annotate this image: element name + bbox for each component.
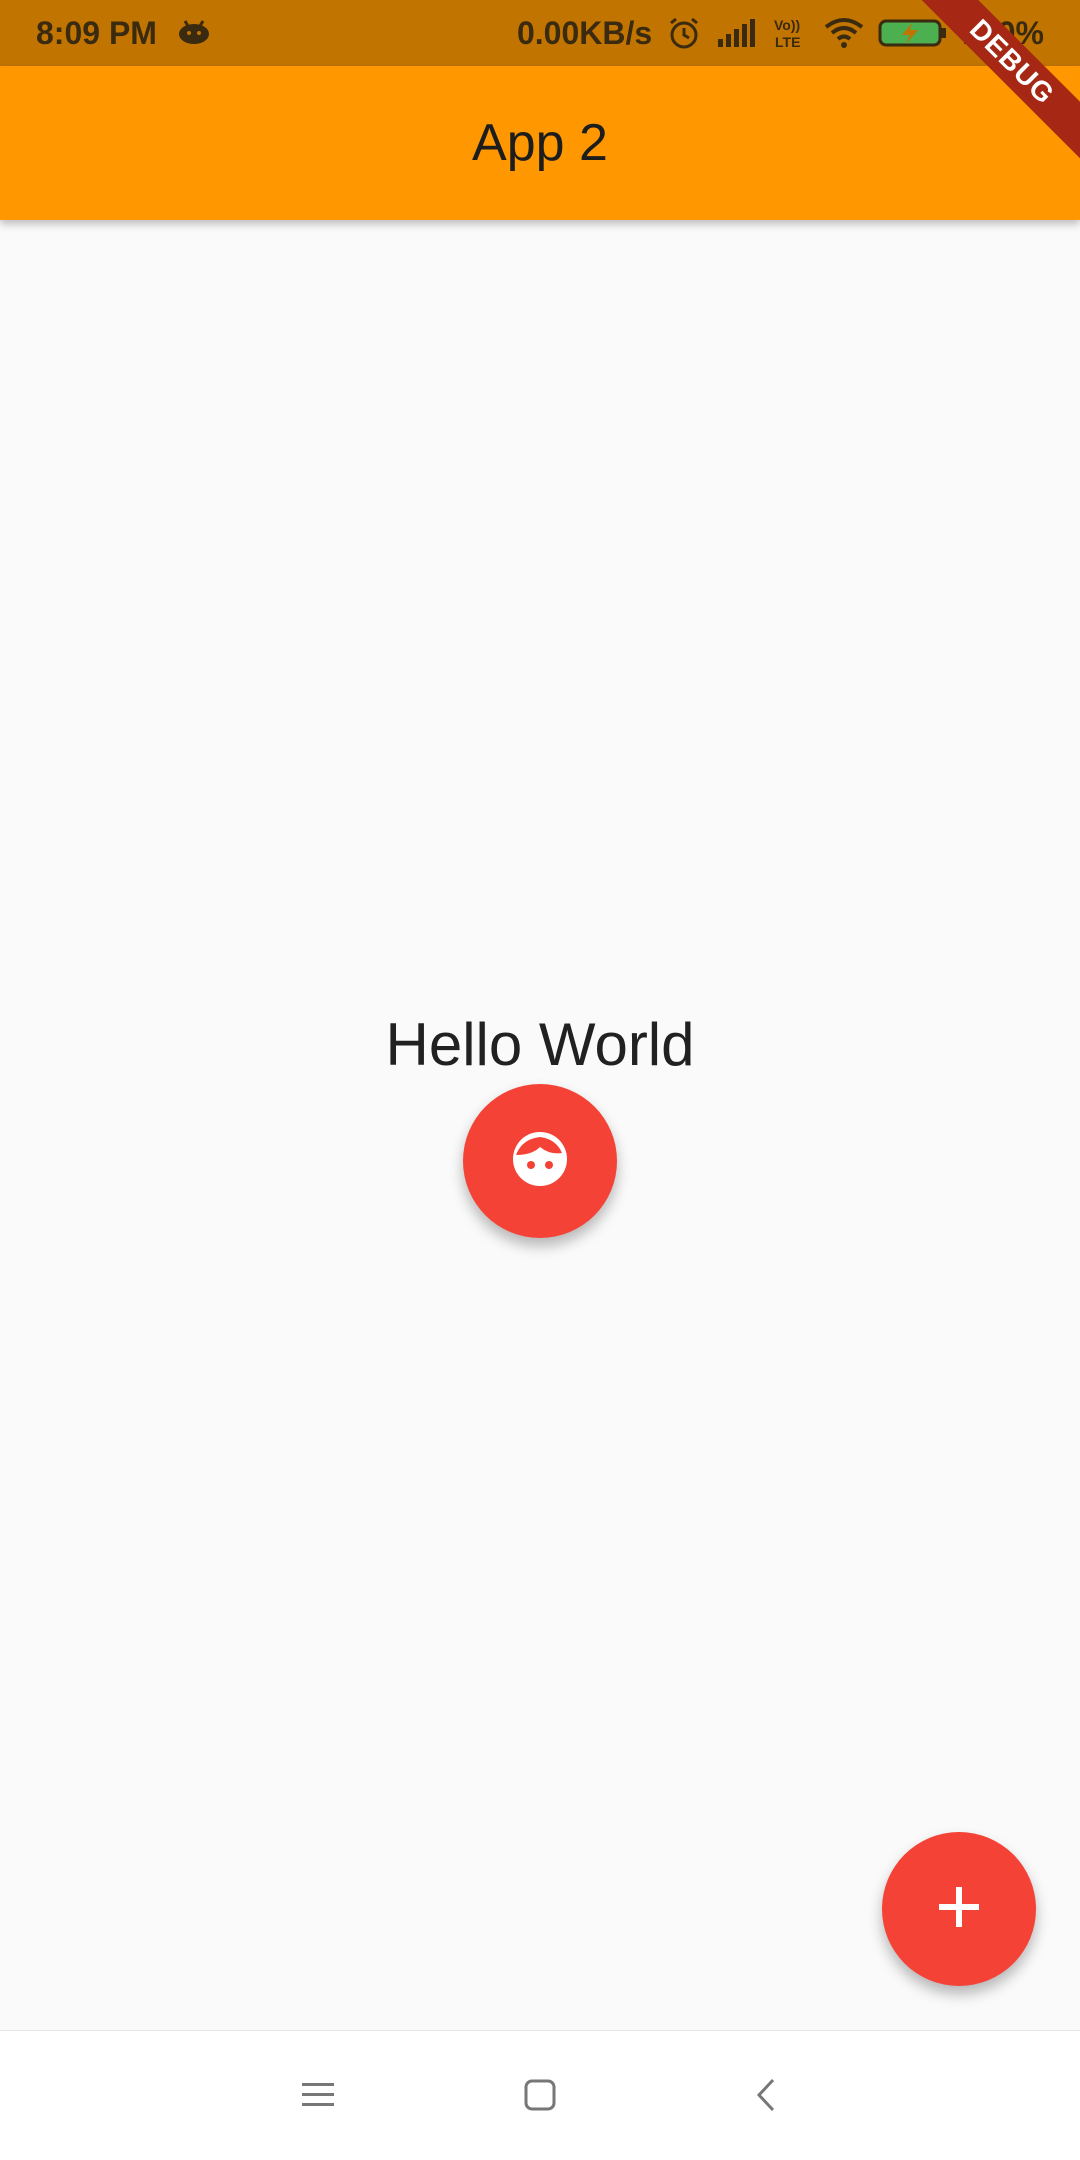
hello-text: Hello World — [385, 1011, 695, 1078]
face-button[interactable] — [463, 1084, 617, 1238]
status-bar: 8:09 PM 0.00KB/s Vo)) LTE 100% — [0, 0, 1080, 66]
navigation-bar — [0, 2030, 1080, 2160]
android-icon — [177, 15, 211, 52]
face-icon — [510, 1129, 570, 1194]
battery-percent: 100% — [962, 14, 1044, 51]
home-button[interactable] — [507, 2064, 573, 2130]
net-speed: 0.00KB/s — [516, 14, 653, 51]
app-bar: App 2 — [0, 66, 1080, 220]
home-icon — [523, 2078, 557, 2117]
page-title: App 2 — [472, 114, 608, 172]
back-icon — [754, 2077, 778, 2118]
status-time: 8:09 PM — [36, 14, 157, 51]
signal-icon — [716, 17, 758, 49]
add-fab-button[interactable] — [882, 1832, 1036, 1986]
svg-text:Vo)): Vo)) — [774, 17, 800, 33]
svg-text:LTE: LTE — [775, 34, 800, 50]
wifi-icon — [824, 17, 864, 49]
battery-charging-icon — [878, 17, 948, 49]
back-button[interactable] — [733, 2064, 799, 2130]
alarm-icon — [666, 15, 702, 51]
menu-icon — [300, 2080, 336, 2115]
volte-icon: Vo)) LTE — [772, 15, 810, 51]
menu-button[interactable] — [285, 2064, 351, 2130]
add-icon — [935, 1883, 983, 1936]
